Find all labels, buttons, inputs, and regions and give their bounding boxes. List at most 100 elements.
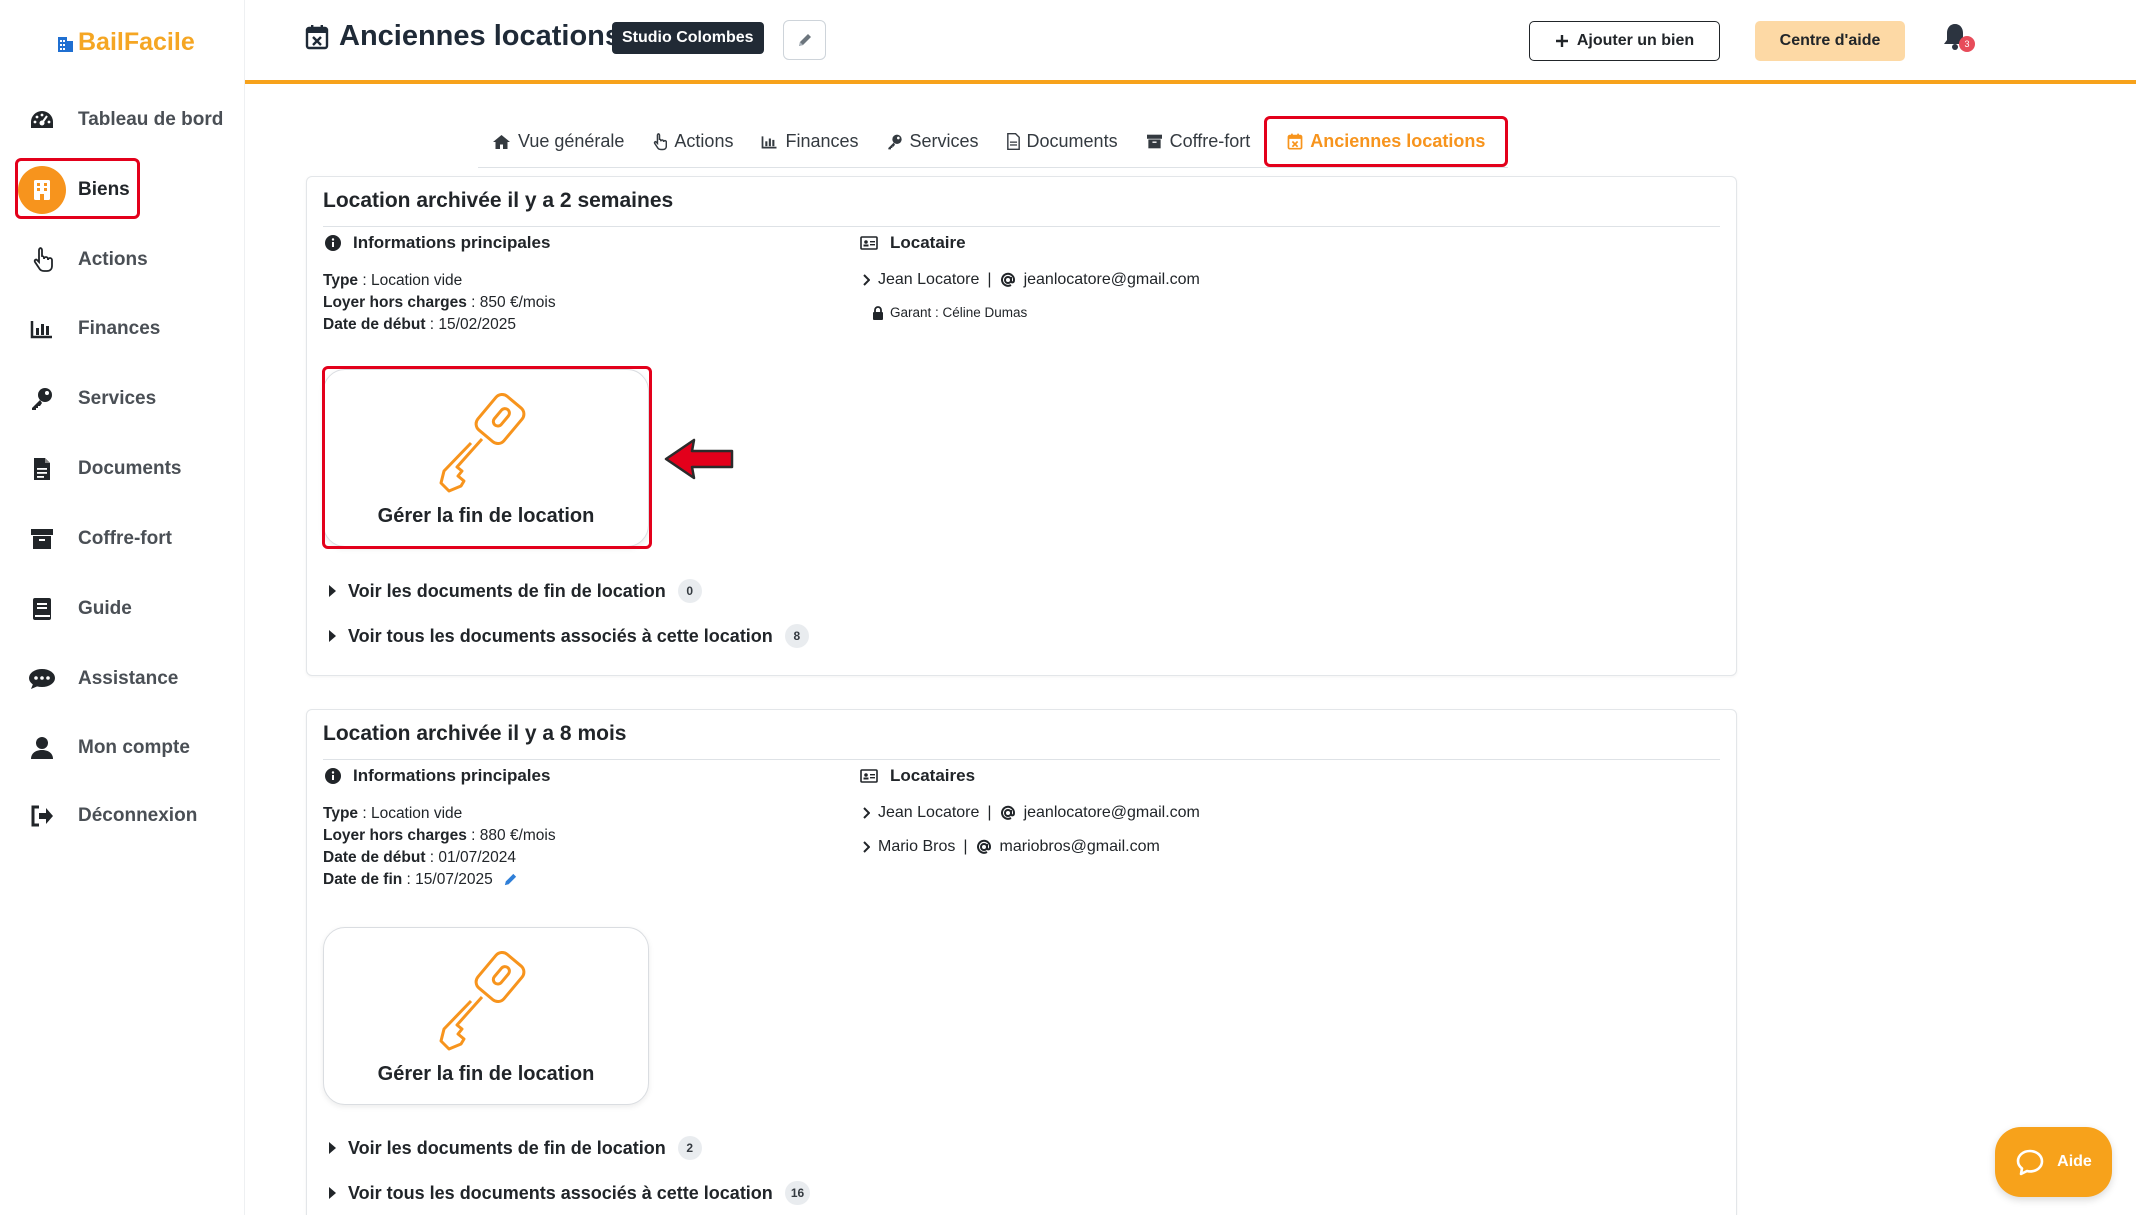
tab-finances[interactable]: Finances [747,116,872,167]
archived-lease-card: Location archivée il y a 8 mois Informat… [306,709,1737,1215]
sidebar-item-documents[interactable]: Documents [16,439,241,499]
manage-lease-end-tile[interactable]: Gérer la fin de location [323,369,649,547]
sidebar-item-label: Documents [78,458,182,479]
sidebar-item-biens[interactable]: Biens [16,160,241,220]
sidebar-item-actions[interactable]: Actions [16,230,241,290]
bar-chart-icon [16,303,68,355]
key-icon [16,373,68,425]
lease-start-label: Date de début [323,316,426,333]
edit-end-date-icon[interactable] [503,872,518,887]
tenant-email[interactable]: mariobros@gmail.com [1000,838,1160,856]
tenant-email[interactable]: jeanlocatore@gmail.com [1024,271,1200,289]
divider [323,759,1720,760]
page-title-text: Anciennes locations [339,20,622,52]
lease-rent: Loyer hors charges : 850 €/mois [323,294,556,312]
bar-chart-icon [762,135,777,148]
tenant-name[interactable]: Jean Locatore [878,804,979,822]
sidebar-item-finances[interactable]: Finances [16,299,241,359]
key-outline-icon [439,950,526,1051]
sidebar-item-coffre-fort[interactable]: Coffre-fort [16,509,241,569]
sidebar-item-deconnexion[interactable]: Déconnexion [16,786,241,846]
separator: | [987,271,992,288]
lease-type-label: Type [323,805,359,822]
dashboard-icon [16,94,68,146]
tenant-email[interactable]: jeanlocatore@gmail.com [1024,804,1200,822]
lease-start-label: Date de début [323,849,426,866]
lease-rent-value: : 850 €/mois [466,294,556,311]
add-property-button[interactable]: Ajouter un bien [1529,21,1720,61]
lock-icon [873,305,883,320]
sidebar-item-label: Mon compte [78,737,190,758]
lease-type: Type : Location vide [323,805,462,823]
logo-text: BailFacile [78,28,195,56]
at-icon [1000,805,1015,820]
lease-rent: Loyer hors charges : 880 €/mois [323,827,556,845]
tab-services[interactable]: Services [873,116,993,167]
all-documents-label: Voir tous les documents associés à cette… [348,625,773,646]
help-widget-button[interactable]: Aide [1995,1127,2112,1197]
main-info-label: Informations principales [353,233,551,252]
tenant-row: Mario Bros | mariobros@gmail.com [862,838,1160,856]
tenant-name[interactable]: Mario Bros [878,838,955,856]
document-icon [1006,133,1020,150]
manage-lease-end-tile[interactable]: Gérer la fin de location [323,927,649,1105]
all-documents-label: Voir tous les documents associés à cette… [348,1182,773,1203]
lease-type-value: : Location vide [358,272,463,289]
end-documents-toggle[interactable]: Voir les documents de fin de location 0 [329,579,702,603]
tab-actions[interactable]: Actions [638,116,747,167]
lease-start-value: : 01/07/2024 [425,849,516,866]
edit-property-button[interactable] [783,20,826,60]
sidebar-item-mon-compte[interactable]: Mon compte [16,718,241,778]
info-circle-icon [325,768,341,784]
help-center-button[interactable]: Centre d'aide [1755,21,1905,61]
lease-type: Type : Location vide [323,272,462,290]
sidebar-item-label: Services [78,388,157,409]
tab-label: Services [909,131,979,151]
building-logo-icon [58,36,73,52]
end-documents-label: Voir les documents de fin de location [348,580,666,601]
manage-lease-end-label: Gérer la fin de location [377,505,595,527]
lease-rent-label: Loyer hors charges [323,827,467,844]
caret-right-icon [329,1187,336,1199]
pointer-hand-icon [16,234,68,286]
pointer-hand-icon [654,132,668,150]
separator: | [963,838,968,855]
tab-vue-generale[interactable]: Vue générale [478,116,638,167]
tab-anciennes-locations[interactable]: Anciennes locations [1264,116,1509,167]
sidebar-item-guide[interactable]: Guide [16,579,241,639]
all-documents-count: 16 [784,1181,811,1205]
at-icon [976,839,991,854]
tab-label: Vue générale [518,131,625,151]
sidebar-item-label: Assistance [78,668,179,689]
home-icon [493,134,510,149]
notification-count-badge: 3 [1959,36,1975,52]
lease-end-value: : 15/07/2025 [402,871,493,888]
end-documents-toggle[interactable]: Voir les documents de fin de location 2 [329,1136,702,1160]
all-documents-toggle[interactable]: Voir tous les documents associés à cette… [329,1181,811,1205]
sidebar-item-services[interactable]: Services [16,369,241,429]
sidebar-item-label: Guide [78,598,132,619]
logout-icon [16,790,68,842]
lease-rent-value: : 880 €/mois [466,827,556,844]
caret-right-icon [329,585,336,597]
at-icon [1000,272,1015,287]
tenant-row: Jean Locatore | jeanlocatore@gmail.com [862,271,1200,289]
logo[interactable]: BailFacile [56,28,195,57]
sidebar-item-assistance[interactable]: Assistance [16,649,241,709]
lease-type-label: Type [323,272,359,289]
all-documents-toggle[interactable]: Voir tous les documents associés à cette… [329,624,809,648]
lease-start-date: Date de début : 15/02/2025 [323,316,516,334]
tab-coffre-fort[interactable]: Coffre-fort [1132,116,1265,167]
red-arrow-pointer-icon [664,438,734,480]
end-documents-count: 0 [677,579,702,603]
tab-label: Anciennes locations [1310,131,1486,151]
calendar-x-icon [305,24,329,49]
tenant-row: Jean Locatore | jeanlocatore@gmail.com [862,804,1200,822]
tab-documents[interactable]: Documents [993,116,1132,167]
key-icon [887,134,902,149]
sidebar-item-dashboard[interactable]: Tableau de bord [16,90,241,150]
tab-label: Actions [674,131,734,151]
id-card-icon [860,769,878,783]
user-icon [16,722,68,774]
tenant-name[interactable]: Jean Locatore [878,271,979,289]
